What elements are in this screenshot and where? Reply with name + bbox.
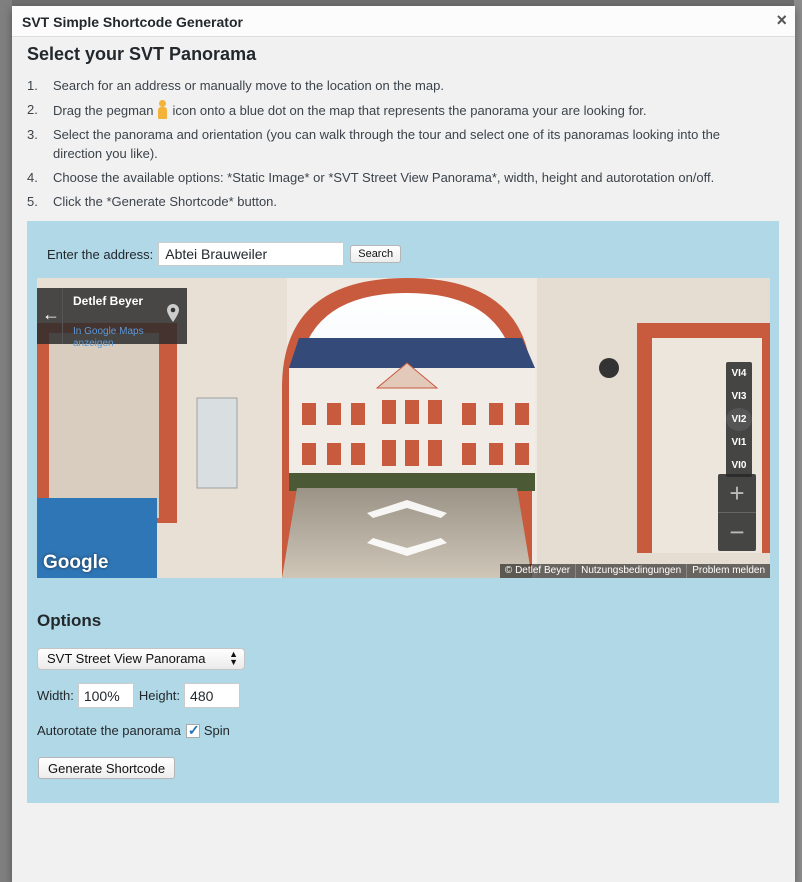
options-heading: Options (37, 611, 102, 630)
height-input[interactable] (184, 683, 241, 708)
select-arrows-icon: ▲ ▼ (229, 649, 238, 667)
dialog-titlebar: SVT Simple Shortcode Generator × (12, 6, 795, 37)
address-label: Enter the address: (47, 246, 154, 262)
spin-label: Spin (203, 723, 230, 738)
instruction-step: 4. Choose the available options: *Static … (27, 170, 715, 185)
address-row: Enter the address: Search (47, 242, 402, 266)
level-button[interactable]: VI4 (726, 362, 752, 385)
attribution-bar: © Detlef Beyer Nutzungsbedingungen Probl… (499, 564, 770, 578)
google-maps-link[interactable]: In Google Maps anzeigen (73, 326, 163, 350)
instruction-step: 1. Search for an address or manually move… (27, 78, 444, 93)
instruction-step: 2. Drag the pegman icon onto a blue dot on… (27, 100, 647, 119)
background-left-edge (0, 0, 12, 882)
terms-link[interactable]: Nutzungsbedingungen (575, 564, 686, 578)
map-pin-icon[interactable] (167, 304, 179, 327)
google-logo: Google (43, 552, 109, 573)
generator-panel: Enter the address: Search (27, 221, 779, 803)
height-label: Height: (138, 688, 181, 703)
width-label: Width: (37, 688, 74, 703)
search-button[interactable]: Search (350, 245, 402, 263)
level-button[interactable]: VI1 (726, 431, 752, 454)
street-view-panorama[interactable]: ← Detlef Beyer In Google Maps anzeigen V… (37, 278, 770, 578)
autorotate-label: Autorotate the panorama (37, 723, 181, 738)
report-problem-link[interactable]: Problem melden (686, 564, 770, 578)
width-input[interactable] (77, 683, 134, 708)
zoom-in-button[interactable]: + (718, 474, 756, 512)
address-input[interactable] (158, 242, 345, 266)
dimensions-row: Width: Height: (37, 683, 245, 708)
instruction-step: 3. Select the panorama and orientation (y… (27, 127, 721, 161)
panorama-author: Detlef Beyer (73, 294, 144, 308)
floor-level-control: VI4 VI3 VI2 VI1 VI0 (726, 362, 752, 477)
autorotate-row: Autorotate the panorama Spin (37, 722, 230, 739)
level-button-active[interactable]: VI2 (726, 408, 752, 431)
zoom-out-button[interactable]: − (718, 513, 756, 551)
page-heading: Select your SVT Panorama (27, 44, 257, 64)
close-icon[interactable]: × (776, 10, 787, 31)
dialog-title: SVT Simple Shortcode Generator (22, 14, 243, 30)
pegman-icon (157, 100, 168, 119)
back-arrow-icon[interactable]: ← (42, 304, 60, 325)
generate-shortcode-button[interactable]: Generate Shortcode (38, 757, 176, 779)
instruction-step: 5. Click the *Generate Shortcode* button. (27, 194, 278, 209)
instruction-list: 1. Search for an address or manually move… (27, 76, 767, 216)
background-right-edge (794, 0, 802, 882)
shortcode-generator-dialog: SVT Simple Shortcode Generator × Select … (12, 6, 795, 882)
zoom-control: + − (718, 474, 756, 551)
copyright-text: © Detlef Beyer (504, 565, 571, 576)
level-button[interactable]: VI3 (726, 385, 752, 408)
panorama-info-box: ← Detlef Beyer In Google Maps anzeigen (37, 288, 187, 349)
output-type-select[interactable]: SVT Street View Panorama ▲ ▼ (37, 648, 245, 670)
output-type-value: SVT Street View Panorama (47, 651, 206, 666)
spin-checkbox[interactable] (185, 722, 200, 739)
